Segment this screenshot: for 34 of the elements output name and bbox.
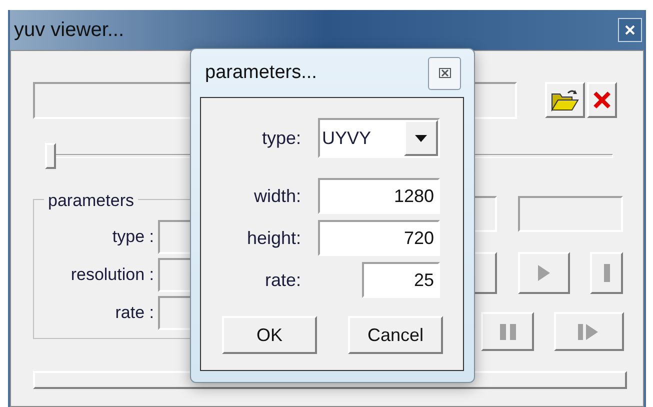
stop-button[interactable] — [590, 252, 623, 294]
open-folder-button[interactable] — [545, 82, 585, 118]
dialog-title: parameters... — [205, 60, 317, 85]
close-button[interactable] — [428, 56, 461, 90]
field-label: resolution : — [70, 264, 155, 286]
play-button[interactable] — [518, 252, 570, 294]
number-field[interactable]: 25 — [362, 262, 440, 298]
number-field[interactable]: 1280 — [318, 178, 440, 214]
field-label: rate: — [264, 268, 301, 292]
close-icon — [438, 68, 450, 78]
field-label: type: — [260, 126, 301, 150]
field-label: width: — [252, 184, 301, 208]
ok-button[interactable]: OK — [222, 316, 317, 354]
window-title: yuv viewer... — [14, 18, 124, 43]
close-icon — [625, 25, 635, 35]
close-button[interactable] — [618, 18, 642, 42]
pause-button[interactable] — [481, 312, 534, 351]
open-folder-icon — [550, 88, 580, 112]
cancel-button[interactable]: Cancel — [348, 316, 443, 354]
field-label: type : — [111, 226, 155, 248]
delete-button[interactable] — [587, 82, 617, 118]
dropdown-arrow-icon — [415, 134, 427, 142]
step-button[interactable] — [554, 312, 624, 351]
slider-thumb[interactable] — [45, 143, 56, 169]
bar-icon — [604, 264, 610, 282]
field-label: rate : — [114, 302, 155, 324]
step-forward-icon — [578, 324, 600, 340]
info-field[interactable] — [518, 196, 623, 232]
type-dropdown[interactable]: UYVY — [318, 118, 440, 158]
number-field[interactable]: 720 — [318, 220, 440, 256]
field-label: height: — [246, 226, 301, 250]
play-icon — [538, 265, 550, 281]
delete-icon — [592, 90, 612, 110]
pause-icon — [500, 324, 516, 340]
